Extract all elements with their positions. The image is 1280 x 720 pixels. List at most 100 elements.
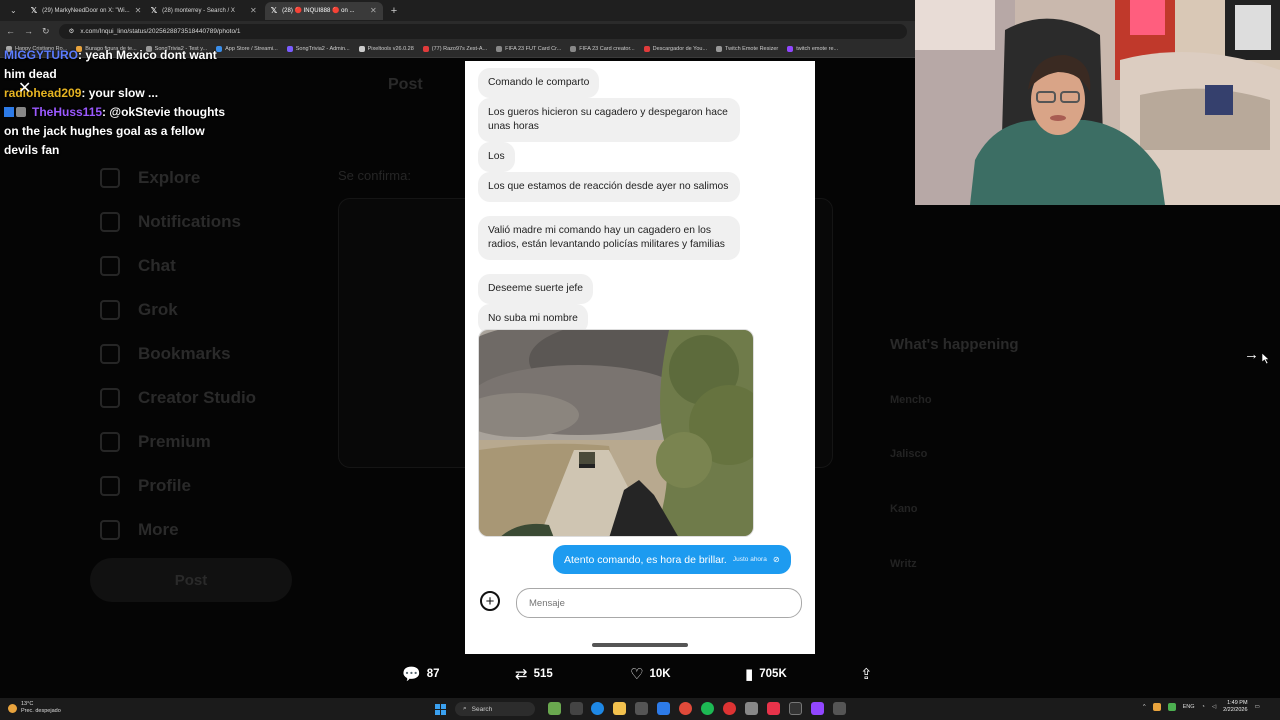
bookmark[interactable]: FIFA 23 FUT Card Cr... xyxy=(496,46,561,52)
badge-icon xyxy=(16,107,26,117)
chat-username: MIGGYTURO xyxy=(4,48,78,62)
stream-chat-overlay: MIGGYTURO: yeah Mexico dont want him dea… xyxy=(0,46,240,160)
nav-label: Explore xyxy=(138,168,201,187)
store-icon[interactable] xyxy=(635,702,648,715)
message-input xyxy=(516,588,802,618)
mouse-cursor-icon xyxy=(1262,353,1270,364)
nav-label: Premium xyxy=(138,432,211,451)
x-icon: 𝕏 xyxy=(150,6,158,15)
chat-username: TheHuss115 xyxy=(32,105,103,119)
bookmark[interactable]: (77) Razo97s Zest-A... xyxy=(422,46,487,52)
bookmark[interactable]: twitch emote re... xyxy=(787,46,838,52)
views-chart-icon: ▮ xyxy=(745,666,754,683)
back-icon[interactable]: ← xyxy=(6,26,15,36)
notification-icon[interactable]: ▭ xyxy=(1255,704,1260,710)
nav-label: Grok xyxy=(138,300,178,319)
reload-icon[interactable]: ↻ xyxy=(42,26,50,37)
bookmark[interactable]: SongTrivia2 - Admin... xyxy=(286,46,350,52)
weather-widget[interactable]: 13°C Prec. despejado xyxy=(8,701,61,715)
file-explorer-icon[interactable] xyxy=(613,702,626,715)
taskbar-app-icon[interactable] xyxy=(548,702,561,715)
address-bar: ← → ↻ ⚙ x.com/Inqui_lino/status/202562887… xyxy=(0,21,915,41)
language-indicator[interactable]: ENG xyxy=(1183,704,1195,710)
next-image-arrow-icon[interactable]: → xyxy=(1244,346,1259,363)
url-field[interactable]: ⚙ x.com/Inqui_lino/status/202562887351844… xyxy=(58,23,907,39)
tab-label: (29) MarkyNeedDoor on X: "Wi... xyxy=(42,7,130,14)
reply-stat[interactable]: 💬 87 xyxy=(402,665,439,683)
mail-icon[interactable] xyxy=(657,702,670,715)
tab-list-icon[interactable]: ⌄ xyxy=(4,6,23,15)
app-icon[interactable] xyxy=(811,702,824,715)
nav-explore: Explore xyxy=(100,168,200,188)
nav-creator-studio: Creator Studio xyxy=(100,388,256,408)
nav-label: Chat xyxy=(138,256,176,275)
post-header: Post xyxy=(388,76,423,93)
close-icon[interactable]: ✕ xyxy=(250,6,257,15)
search-icon: ⌕ xyxy=(463,705,467,712)
volume-icon[interactable]: ◁ xyxy=(1212,704,1216,710)
share-stat[interactable]: ⇪ xyxy=(860,665,873,683)
windows-start-icon[interactable] xyxy=(435,704,446,715)
bookmark[interactable]: Descargador de You... xyxy=(643,46,707,52)
edge-icon[interactable] xyxy=(591,702,604,715)
trend-item: Jalisco xyxy=(890,448,928,460)
nav-label: Profile xyxy=(138,476,191,495)
wifi-icon[interactable]: ◔ xyxy=(1202,704,1205,710)
bookmark-favicon-icon xyxy=(716,46,723,52)
x-icon: 𝕏 xyxy=(30,6,38,15)
like-stat[interactable]: ♡ 10K xyxy=(630,665,671,683)
browser-tab[interactable]: 𝕏 (29) MarkyNeedDoor on X: "Wi... ✕ xyxy=(25,2,143,20)
app-icon[interactable] xyxy=(723,702,736,715)
bookmark-favicon-icon xyxy=(422,46,429,52)
taskbar-search-label: Search xyxy=(471,705,493,713)
repost-stat[interactable]: ⇄ 515 xyxy=(515,665,553,683)
browser-tab[interactable]: 𝕏 (28) monterrey - Search / X ✕ xyxy=(145,2,263,20)
bookmark[interactable]: FIFA 23 Card creator... xyxy=(570,46,635,52)
sent-message-bubble: Atento comando, es hora de brillar. Just… xyxy=(553,545,791,574)
bookmark-favicon-icon xyxy=(570,46,577,52)
system-tray: ^ ENG ◔ ◁ 1:49 PM 2/22/2026 ▭ xyxy=(1143,700,1260,714)
views-stat[interactable]: ▮ 705K xyxy=(745,665,787,683)
like-count: 10K xyxy=(649,668,671,680)
forward-icon[interactable]: → xyxy=(24,26,33,36)
tray-app-icon[interactable] xyxy=(1167,703,1176,711)
weather-desc: Prec. despejado xyxy=(21,708,61,714)
webcam-image xyxy=(915,0,1280,205)
nav-grok: Grok xyxy=(100,300,178,320)
trend-item: Kano xyxy=(890,503,918,515)
close-media-icon[interactable]: ✕ xyxy=(18,78,31,98)
clock[interactable]: 1:49 PM 2/22/2026 xyxy=(1223,700,1247,714)
message-photo xyxy=(478,329,754,537)
spotify-icon[interactable] xyxy=(701,702,714,715)
close-icon[interactable]: ✕ xyxy=(370,6,377,15)
bookmark[interactable]: Pixeltools v26.0.28 xyxy=(358,46,414,52)
chrome-icon[interactable] xyxy=(679,702,692,715)
smoke-scene-photo xyxy=(479,330,753,536)
new-tab-icon[interactable]: + xyxy=(385,5,403,17)
app-icon[interactable] xyxy=(833,702,846,715)
site-info-icon[interactable]: ⚙ xyxy=(69,27,75,35)
chat-message: TheHuss115: @okStevie thoughts on the ja… xyxy=(0,103,240,160)
profile-icon xyxy=(100,476,120,496)
bookmark[interactable]: Twitch Emote Resizer xyxy=(716,46,778,52)
repost-count: 515 xyxy=(533,668,553,680)
chat-message: MIGGYTURO: yeah Mexico dont want him dea… xyxy=(0,46,240,84)
app-icon[interactable] xyxy=(745,702,758,715)
chat-icon xyxy=(100,256,120,276)
taskbar-search[interactable]: ⌕ Search xyxy=(455,702,535,716)
tray-app-icon[interactable] xyxy=(1152,703,1161,711)
app-icon[interactable] xyxy=(767,702,780,715)
chevron-up-icon[interactable]: ^ xyxy=(1143,704,1146,710)
close-icon[interactable]: ✕ xyxy=(135,6,142,15)
task-view-icon[interactable] xyxy=(570,702,583,715)
nav-label: Notifications xyxy=(138,212,241,231)
nav-label: Bookmarks xyxy=(138,344,231,363)
reply-icon: 💬 xyxy=(402,666,421,683)
bell-icon xyxy=(100,212,120,232)
nav-premium: Premium xyxy=(100,432,211,452)
weather-icon xyxy=(8,703,17,713)
obs-icon[interactable] xyxy=(789,702,802,715)
bookmark-icon xyxy=(100,344,120,364)
chat-text: : your slow ... xyxy=(81,86,159,100)
browser-tab-active[interactable]: 𝕏 (28) 🔴 INQUI888 🔴 on ... ✕ xyxy=(264,1,383,20)
